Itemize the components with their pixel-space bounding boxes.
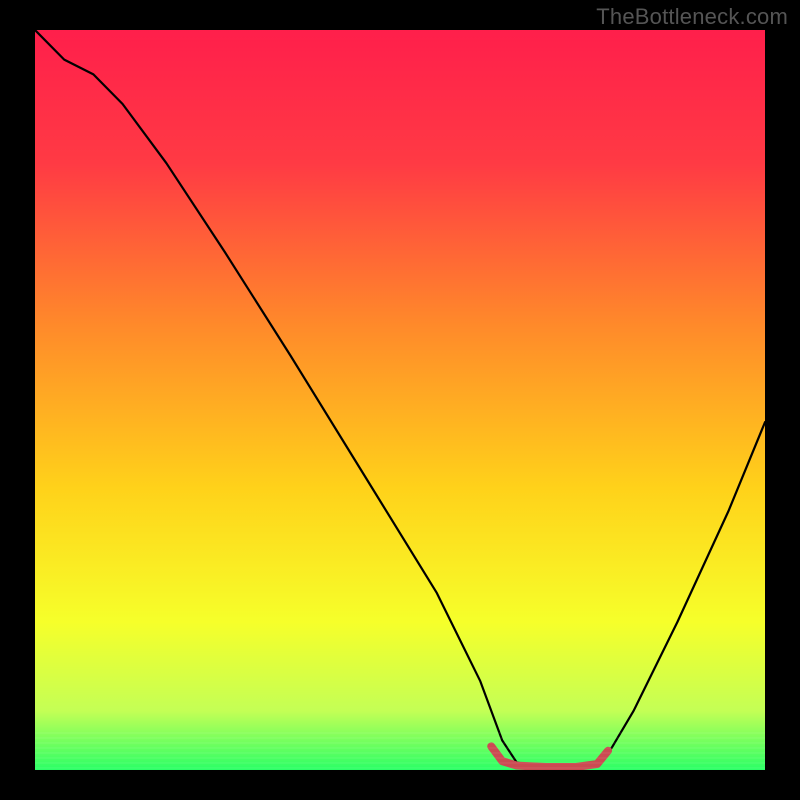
chart-svg <box>0 0 800 800</box>
bottleneck-chart: TheBottleneck.com <box>0 0 800 800</box>
plot-background <box>35 30 765 770</box>
watermark-text: TheBottleneck.com <box>596 4 788 30</box>
